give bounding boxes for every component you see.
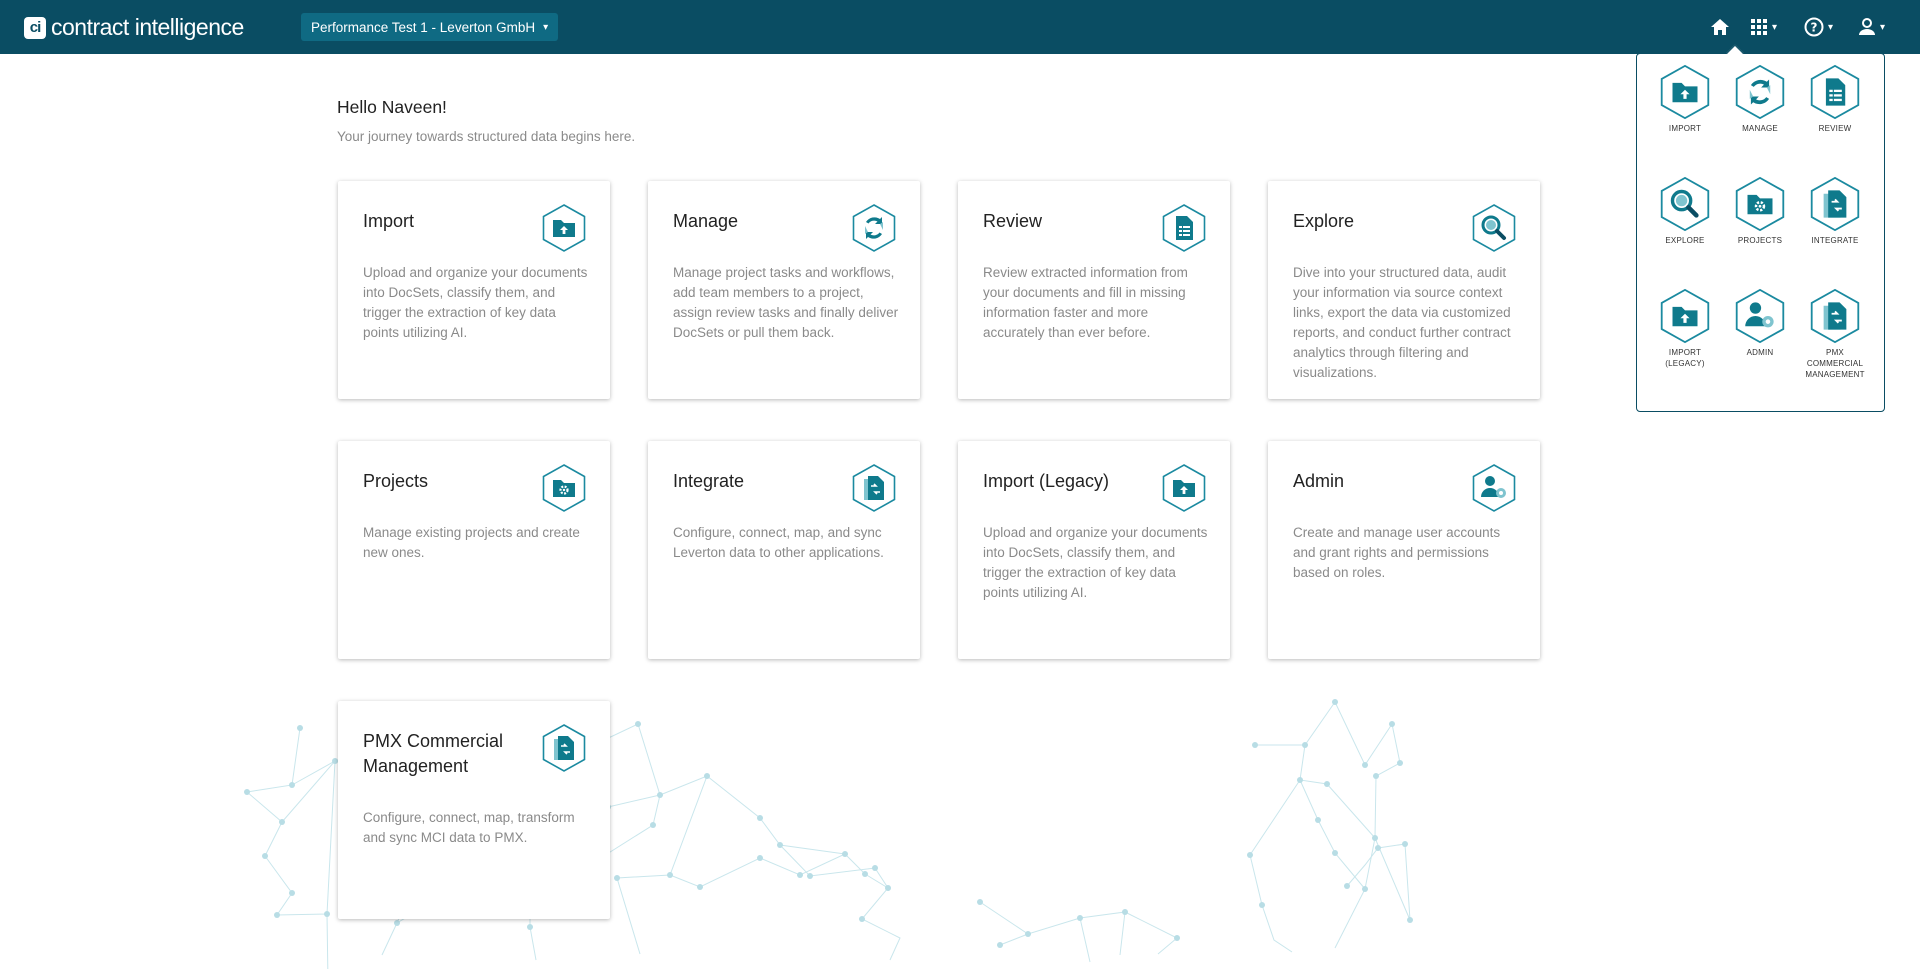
user-icon	[1859, 18, 1875, 35]
pmx-icon	[1810, 288, 1860, 344]
greeting-subtitle: Your journey towards structured data beg…	[337, 129, 636, 144]
import-legacy-icon	[1660, 288, 1710, 344]
apps-menu-label: PROJECTS	[1737, 236, 1783, 245]
projects-icon	[542, 464, 586, 512]
home-icon	[1711, 19, 1729, 35]
admin-icon	[1735, 288, 1785, 344]
card-title: Import	[363, 211, 415, 231]
card-description: Create and manage user accounts and gran…	[1293, 525, 1501, 580]
card-title: Integrate	[673, 471, 745, 491]
greeting-title: Hello Naveen!	[337, 97, 447, 117]
help-icon: ?	[1804, 17, 1824, 37]
apps-menu-item-import[interactable]: IMPORT	[1650, 64, 1720, 134]
import-legacy-icon	[1162, 464, 1206, 512]
apps-menu-label: EXPLORE	[1665, 236, 1705, 245]
svg-text:?: ?	[1811, 21, 1818, 35]
apps-menu-label: IMPORT	[1668, 124, 1702, 133]
integrate-icon	[1810, 176, 1860, 232]
user-menu-button[interactable]: ▾	[1858, 16, 1885, 38]
admin-icon	[1472, 464, 1516, 512]
chevron-down-icon: ▾	[1828, 21, 1834, 33]
projects-icon	[1735, 176, 1785, 232]
integrate-icon	[852, 464, 896, 512]
apps-menu-item-review[interactable]: REVIEW	[1800, 64, 1870, 134]
card-review[interactable]: Review Review extracted information from…	[958, 181, 1230, 399]
card-description: Configure, connect, map, transform and s…	[363, 810, 575, 845]
apps-menu-item-integrate[interactable]: INTEGRATE	[1800, 176, 1870, 246]
apps-menu-label: INTEGRATE	[1811, 236, 1859, 245]
review-icon	[1810, 64, 1860, 120]
card-description: Dive into your structured data, audit yo…	[1293, 265, 1511, 380]
import-icon	[542, 204, 586, 252]
chevron-down-icon: ▾	[543, 21, 549, 33]
explore-icon	[1472, 204, 1516, 252]
logo-text: contract intelligence	[51, 14, 244, 40]
card-import-legacy[interactable]: Import (Legacy) Upload and organize your…	[958, 441, 1230, 659]
project-selector-label: Performance Test 1 - Leverton GmbH	[311, 19, 536, 35]
review-icon	[1162, 204, 1206, 252]
apps-menu-item-projects[interactable]: PROJECTS	[1725, 176, 1795, 246]
home-button[interactable]	[1710, 16, 1730, 38]
apps-menu-label: IMPORT (LEGACY)	[1665, 348, 1705, 368]
apps-menu-button[interactable]: ▾	[1750, 16, 1777, 38]
top-navigation-bar: ci contract intelligence Performance Tes…	[0, 0, 1920, 54]
apps-menu-panel: IMPORT MANAGE REVIEW EXPLORE PROJECTS IN…	[1636, 44, 1885, 412]
card-manage[interactable]: Manage Manage project tasks and workflow…	[648, 181, 920, 399]
card-description: Review extracted information from your d…	[983, 265, 1188, 340]
import-icon	[1660, 64, 1710, 120]
card-integrate[interactable]: Integrate Configure, connect, map, and s…	[648, 441, 920, 659]
card-title: Import (Legacy)	[983, 471, 1110, 491]
card-description: Upload and organize your documents into …	[983, 525, 1208, 600]
card-title: Explore	[1293, 211, 1355, 231]
card-admin[interactable]: Admin Create and manage user accounts an…	[1268, 441, 1540, 659]
card-description: Configure, connect, map, and sync Levert…	[673, 525, 884, 560]
project-selector[interactable]: Performance Test 1 - Leverton GmbH ▾	[301, 13, 559, 41]
apps-menu-item-admin[interactable]: ADMIN	[1725, 288, 1795, 358]
manage-icon	[1735, 64, 1785, 120]
apps-menu-item-import-legacy[interactable]: IMPORT (LEGACY)	[1650, 288, 1720, 369]
card-title: Manage	[673, 211, 739, 231]
card-pmx-commercial-management[interactable]: PMX Commercial Management Configure, con…	[338, 701, 610, 919]
card-title: PMX Commercial Management	[363, 731, 504, 776]
chevron-down-icon: ▾	[1772, 21, 1778, 33]
logo-mark: ci	[24, 16, 46, 39]
help-button[interactable]: ? ▾	[1804, 16, 1833, 38]
apps-menu-item-pmx-commercial-management[interactable]: PMX COMMERCIAL MANAGEMENT	[1800, 288, 1870, 380]
pmx-icon	[542, 724, 586, 772]
card-explore[interactable]: Explore Dive into your structured data, …	[1268, 181, 1540, 399]
explore-icon	[1660, 176, 1710, 232]
apps-menu-label: MANAGE	[1742, 124, 1778, 133]
card-description: Manage existing projects and create new …	[363, 525, 580, 560]
app-logo[interactable]: ci contract intelligence	[24, 14, 244, 41]
card-title: Admin	[1293, 471, 1345, 491]
apps-menu-label: ADMIN	[1746, 348, 1774, 357]
apps-grid-icon	[1751, 19, 1767, 35]
card-description: Manage project tasks and workflows, add …	[673, 265, 899, 340]
manage-icon	[852, 204, 896, 252]
chevron-down-icon: ▾	[1880, 21, 1886, 33]
card-title: Review	[983, 211, 1043, 231]
apps-menu-label: PMX COMMERCIAL MANAGEMENT	[1805, 348, 1865, 379]
apps-menu-item-manage[interactable]: MANAGE	[1725, 64, 1795, 134]
apps-menu-item-explore[interactable]: EXPLORE	[1650, 176, 1720, 246]
card-projects[interactable]: Projects Manage existing projects and cr…	[338, 441, 610, 659]
apps-menu-label: REVIEW	[1818, 124, 1852, 133]
card-description: Upload and organize your documents into …	[363, 265, 588, 340]
card-import[interactable]: Import Upload and organize your document…	[338, 181, 610, 399]
card-title: Projects	[363, 471, 429, 491]
